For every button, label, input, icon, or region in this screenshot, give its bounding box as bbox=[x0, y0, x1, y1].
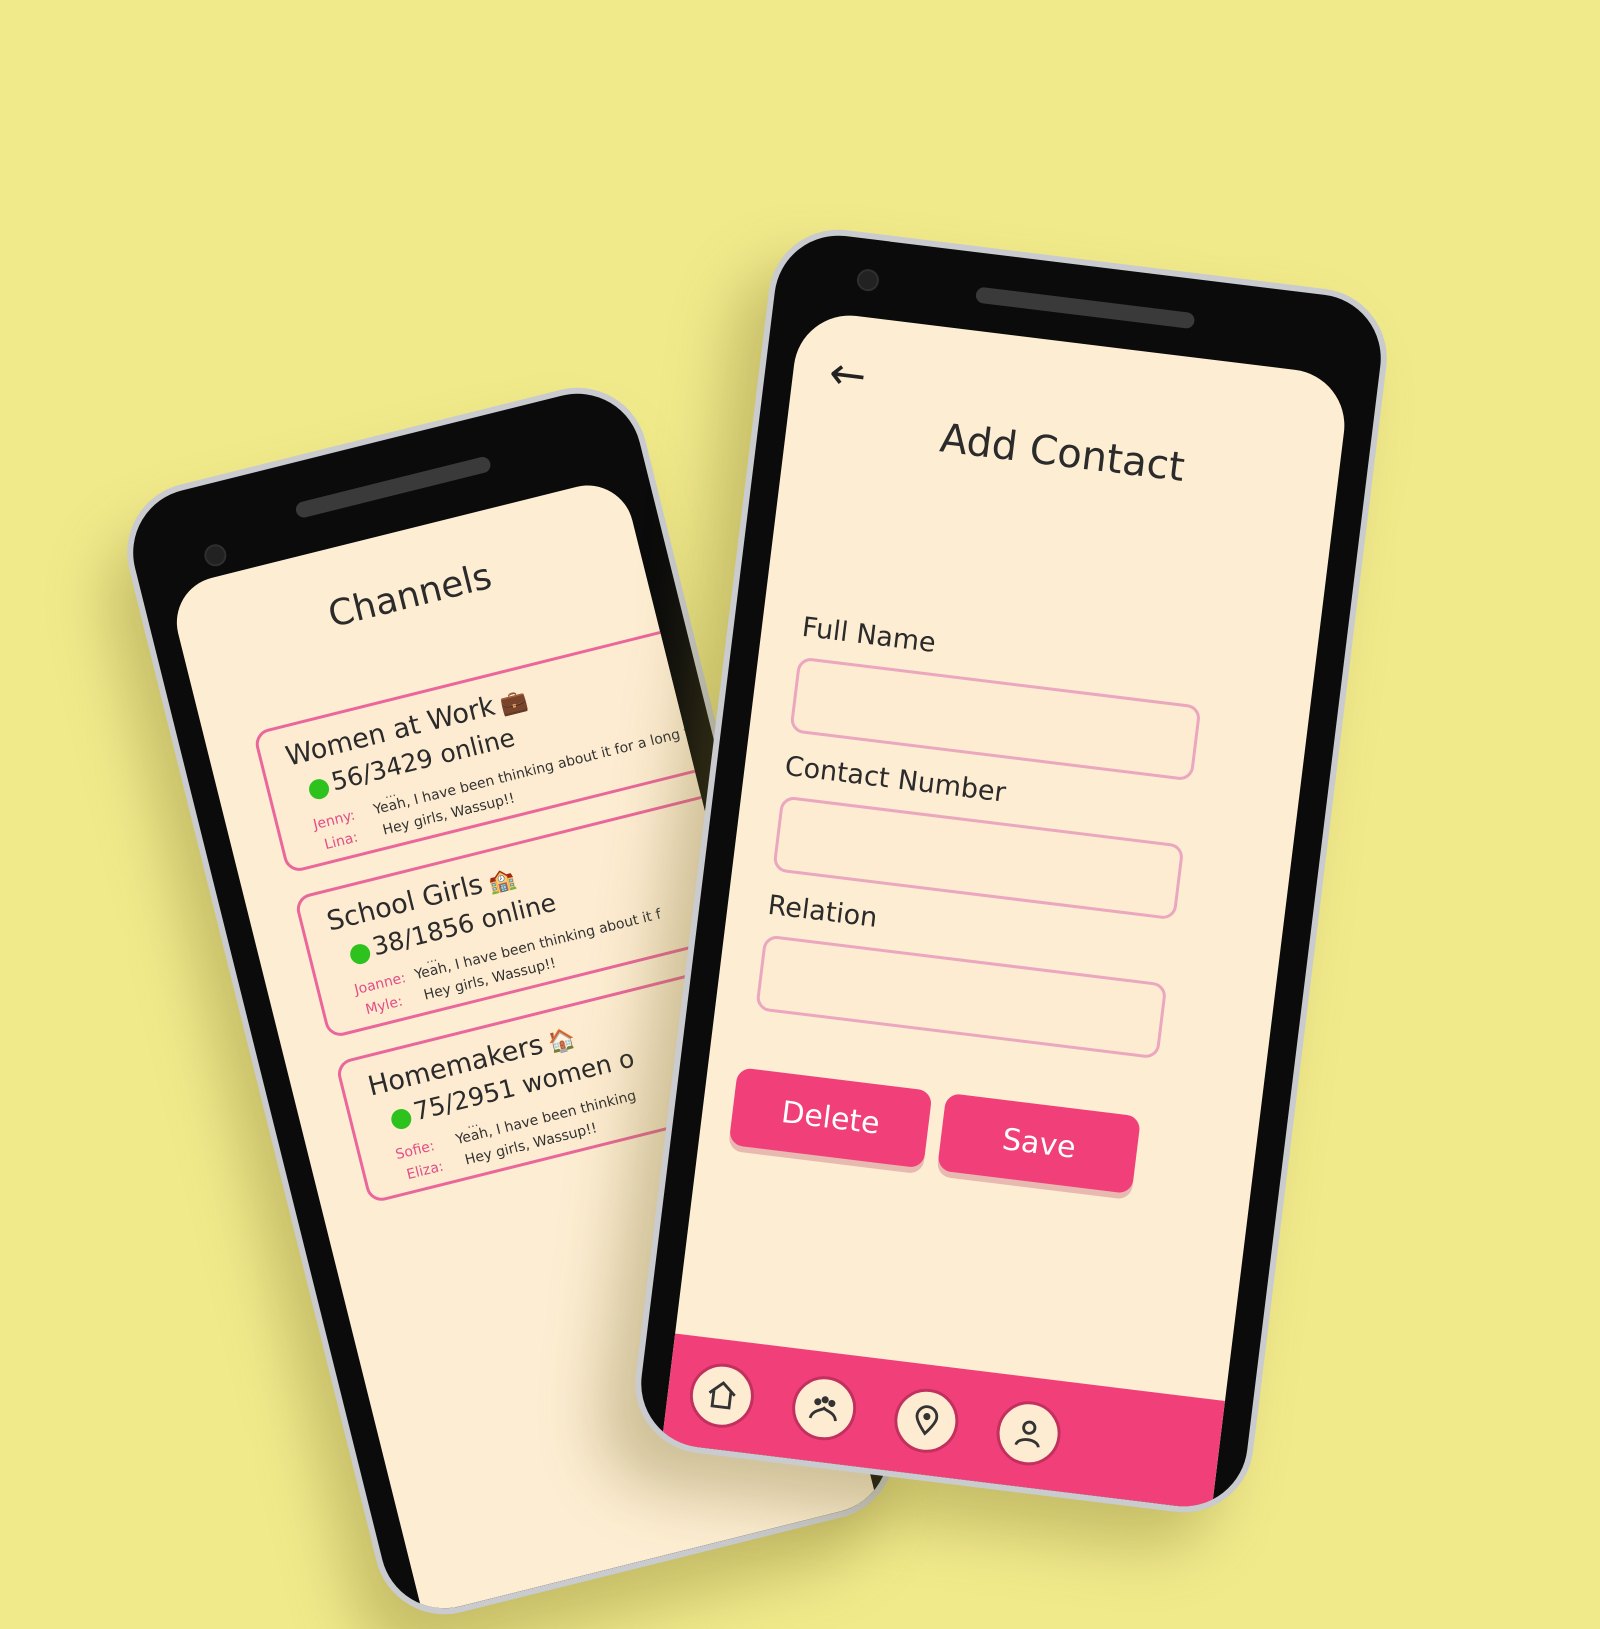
message-sender: Sofie: bbox=[394, 1138, 437, 1164]
message-sender: Myle: bbox=[364, 993, 405, 1019]
speaker-grille bbox=[975, 286, 1196, 330]
message-sender: Jenny: bbox=[311, 807, 357, 834]
profile-icon[interactable] bbox=[992, 1397, 1065, 1469]
online-dot-icon bbox=[389, 1106, 414, 1132]
page-title: Channels bbox=[324, 555, 496, 636]
online-dot-icon bbox=[306, 777, 332, 802]
location-pin-icon[interactable] bbox=[890, 1385, 963, 1457]
delete-button[interactable]: Delete bbox=[728, 1067, 933, 1169]
home-icon-glyph bbox=[708, 1381, 736, 1410]
location-pin-icon-glyph bbox=[915, 1405, 939, 1436]
add-contact-screen: ← Add Contact Full Name Contact Number R… bbox=[661, 309, 1351, 1511]
save-button[interactable]: Save bbox=[936, 1092, 1142, 1195]
message-sender: Eliza: bbox=[405, 1158, 446, 1184]
back-arrow-icon[interactable]: ← bbox=[826, 347, 869, 402]
full-name-label: Full Name bbox=[800, 611, 938, 659]
speaker-grille bbox=[294, 455, 493, 520]
message-sender: Lina: bbox=[322, 829, 360, 854]
online-dot-icon bbox=[348, 941, 373, 967]
front-camera bbox=[855, 267, 881, 293]
house-icon: 🏠 bbox=[545, 1025, 579, 1057]
briefcase-icon: 💼 bbox=[497, 687, 531, 719]
community-icon[interactable] bbox=[788, 1372, 860, 1444]
page-title: Add Contact bbox=[937, 415, 1188, 491]
community-icon-glyph bbox=[808, 1396, 837, 1422]
front-camera bbox=[202, 541, 229, 569]
relation-input[interactable] bbox=[755, 934, 1168, 1060]
relation-label: Relation bbox=[766, 889, 880, 934]
add-contact-phone: ← Add Contact Full Name Contact Number R… bbox=[627, 221, 1395, 1521]
school-icon: 🏫 bbox=[485, 865, 519, 897]
profile-icon-glyph bbox=[1014, 1420, 1040, 1448]
home-icon[interactable] bbox=[686, 1360, 758, 1432]
